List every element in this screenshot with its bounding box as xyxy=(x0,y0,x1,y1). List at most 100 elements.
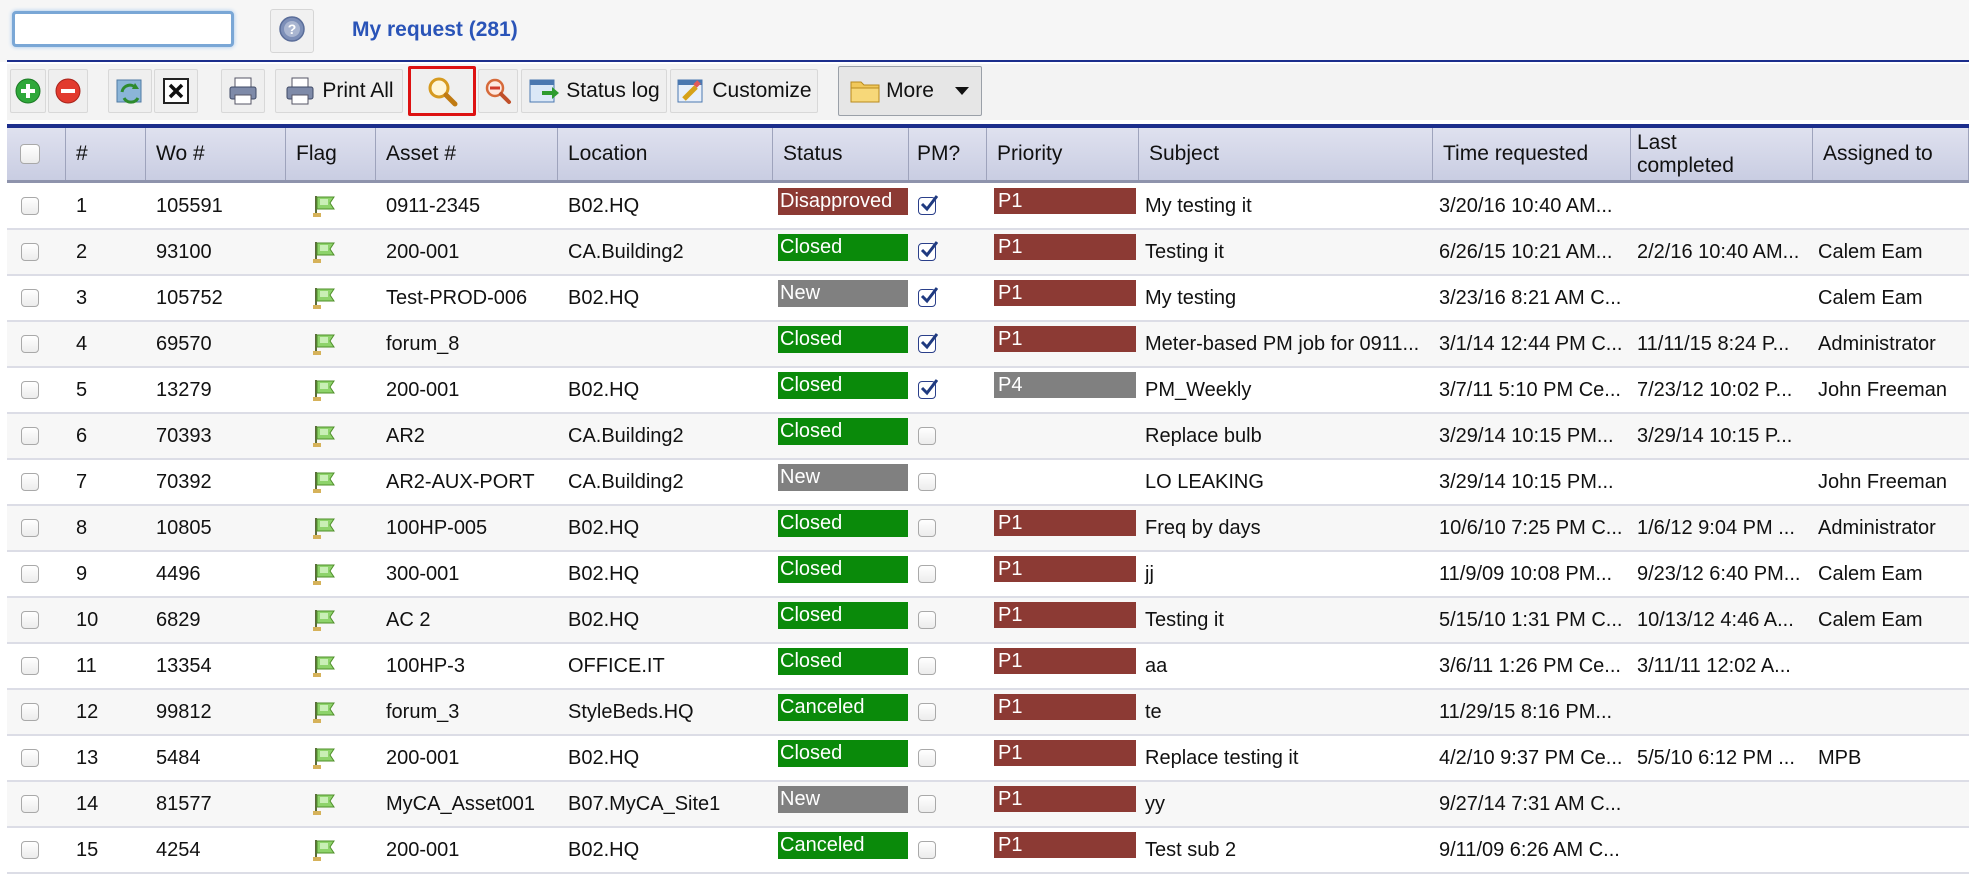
asset-number[interactable]: Test-PROD-006 xyxy=(376,276,558,320)
col-header-time-requested[interactable]: Time requested xyxy=(1433,128,1631,180)
location[interactable]: B02.HQ xyxy=(558,552,773,596)
asset-number[interactable]: MyCA_Asset001 xyxy=(376,782,558,826)
wo-number[interactable]: 4254 xyxy=(146,828,286,872)
flag-icon[interactable] xyxy=(312,792,338,816)
wo-number[interactable]: 13279 xyxy=(146,368,286,412)
asset-number[interactable]: AR2 xyxy=(376,414,558,458)
subject[interactable]: My testing xyxy=(1139,276,1433,320)
location[interactable] xyxy=(558,322,773,366)
print-button[interactable] xyxy=(221,69,265,113)
help-button[interactable]: ? xyxy=(270,9,314,53)
flag-icon[interactable] xyxy=(312,286,338,310)
asset-number[interactable]: forum_8 xyxy=(376,322,558,366)
flag-icon[interactable] xyxy=(312,194,338,218)
location[interactable]: StyleBeds.HQ xyxy=(558,690,773,734)
location[interactable]: OFFICE.IT xyxy=(558,644,773,688)
wo-number[interactable]: 10805 xyxy=(146,506,286,550)
wo-number[interactable]: 99812 xyxy=(146,690,286,734)
flag-icon[interactable] xyxy=(312,654,338,678)
table-row[interactable]: 12 99812 forum_3 StyleBeds.HQ Canceled P1 te 11… xyxy=(7,690,1969,736)
subject[interactable]: My testing it xyxy=(1139,184,1433,228)
flag-icon[interactable] xyxy=(312,240,338,264)
subject[interactable]: jj xyxy=(1139,552,1433,596)
subject[interactable]: yy xyxy=(1139,782,1433,826)
location[interactable]: CA.Building2 xyxy=(558,460,773,504)
row-checkbox[interactable] xyxy=(21,197,39,215)
location[interactable]: B02.HQ xyxy=(558,736,773,780)
asset-number[interactable]: 200-001 xyxy=(376,368,558,412)
wo-number[interactable]: 105752 xyxy=(146,276,286,320)
flag-icon[interactable] xyxy=(312,470,338,494)
refresh-button[interactable] xyxy=(108,69,152,113)
asset-number[interactable]: 200-001 xyxy=(376,736,558,780)
close-button[interactable] xyxy=(154,69,198,113)
location[interactable]: B02.HQ xyxy=(558,598,773,642)
asset-number[interactable]: AR2-AUX-PORT xyxy=(376,460,558,504)
status-log-button[interactable]: Status log xyxy=(521,69,667,113)
table-row[interactable]: 8 10805 100HP-005 B02.HQ Closed P1 Freq by day… xyxy=(7,506,1969,552)
subject[interactable]: LO LEAKING xyxy=(1139,460,1433,504)
row-checkbox[interactable] xyxy=(21,565,39,583)
col-header-status[interactable]: Status xyxy=(773,128,909,180)
asset-number[interactable]: 300-001 xyxy=(376,552,558,596)
more-dropdown[interactable]: More xyxy=(838,66,982,116)
add-button[interactable] xyxy=(10,69,46,113)
search-button[interactable] xyxy=(408,66,476,116)
row-checkbox[interactable] xyxy=(21,427,39,445)
row-checkbox[interactable] xyxy=(21,381,39,399)
wo-number[interactable]: 69570 xyxy=(146,322,286,366)
location[interactable]: B02.HQ xyxy=(558,276,773,320)
location[interactable]: B02.HQ xyxy=(558,506,773,550)
table-row[interactable]: 2 93100 200-001 CA.Building2 Closed P1 Testing… xyxy=(7,230,1969,276)
col-header-priority[interactable]: Priority xyxy=(987,128,1139,180)
col-header-flag[interactable]: Flag xyxy=(286,128,376,180)
subject[interactable]: Replace testing it xyxy=(1139,736,1433,780)
subject[interactable]: PM_Weekly xyxy=(1139,368,1433,412)
table-row[interactable]: 10 6829 AC 2 B02.HQ Closed P1 Testing it 5/15/1… xyxy=(7,598,1969,644)
flag-icon[interactable] xyxy=(312,562,338,586)
search-input[interactable] xyxy=(12,11,234,47)
wo-number[interactable]: 5484 xyxy=(146,736,286,780)
row-checkbox[interactable] xyxy=(21,611,39,629)
flag-icon[interactable] xyxy=(312,332,338,356)
asset-number[interactable]: 100HP-3 xyxy=(376,644,558,688)
location[interactable]: B02.HQ xyxy=(558,368,773,412)
col-header-location[interactable]: Location xyxy=(558,128,773,180)
asset-number[interactable]: 200-001 xyxy=(376,828,558,872)
wo-number[interactable]: 81577 xyxy=(146,782,286,826)
wo-number[interactable]: 70392 xyxy=(146,460,286,504)
location[interactable]: B02.HQ xyxy=(558,184,773,228)
col-header-last-completed[interactable]: Last completed xyxy=(1631,128,1813,180)
table-row[interactable]: 1 105591 0911-2345 B02.HQ Disapproved P1 My te… xyxy=(7,184,1969,230)
flag-icon[interactable] xyxy=(312,838,338,862)
customize-button[interactable]: Customize xyxy=(670,69,818,113)
subject[interactable]: Replace bulb xyxy=(1139,414,1433,458)
row-checkbox[interactable] xyxy=(21,335,39,353)
location[interactable]: CA.Building2 xyxy=(558,230,773,274)
print-all-button[interactable]: Print All xyxy=(275,69,403,113)
col-header-pm[interactable]: PM? xyxy=(909,128,987,180)
asset-number[interactable]: forum_3 xyxy=(376,690,558,734)
row-checkbox[interactable] xyxy=(21,703,39,721)
wo-number[interactable]: 93100 xyxy=(146,230,286,274)
table-row[interactable]: 9 4496 300-001 B02.HQ Closed P1 jj 11/9/09 10:0… xyxy=(7,552,1969,598)
subject[interactable]: Testing it xyxy=(1139,230,1433,274)
subject[interactable]: Meter-based PM job for 0911... xyxy=(1139,322,1433,366)
asset-number[interactable]: 100HP-005 xyxy=(376,506,558,550)
table-row[interactable]: 3 105752 Test-PROD-006 B02.HQ New P1 My testin… xyxy=(7,276,1969,322)
row-checkbox[interactable] xyxy=(21,473,39,491)
location[interactable]: B02.HQ xyxy=(558,828,773,872)
row-checkbox[interactable] xyxy=(21,289,39,307)
flag-icon[interactable] xyxy=(312,516,338,540)
wo-number[interactable]: 70393 xyxy=(146,414,286,458)
table-row[interactable]: 14 81577 MyCA_Asset001 B07.MyCA_Site1 New P1 y… xyxy=(7,782,1969,828)
table-row[interactable]: 7 70392 AR2-AUX-PORT CA.Building2 New LO LEAK… xyxy=(7,460,1969,506)
wo-number[interactable]: 13354 xyxy=(146,644,286,688)
table-row[interactable]: 13 5484 200-001 B02.HQ Closed P1 Replace testi… xyxy=(7,736,1969,782)
row-checkbox[interactable] xyxy=(21,841,39,859)
table-row[interactable]: 5 13279 200-001 B02.HQ Closed P4 PM_Weekly 3/7/… xyxy=(7,368,1969,414)
row-checkbox[interactable] xyxy=(21,749,39,767)
asset-number[interactable]: AC 2 xyxy=(376,598,558,642)
wo-number[interactable]: 105591 xyxy=(146,184,286,228)
flag-icon[interactable] xyxy=(312,608,338,632)
